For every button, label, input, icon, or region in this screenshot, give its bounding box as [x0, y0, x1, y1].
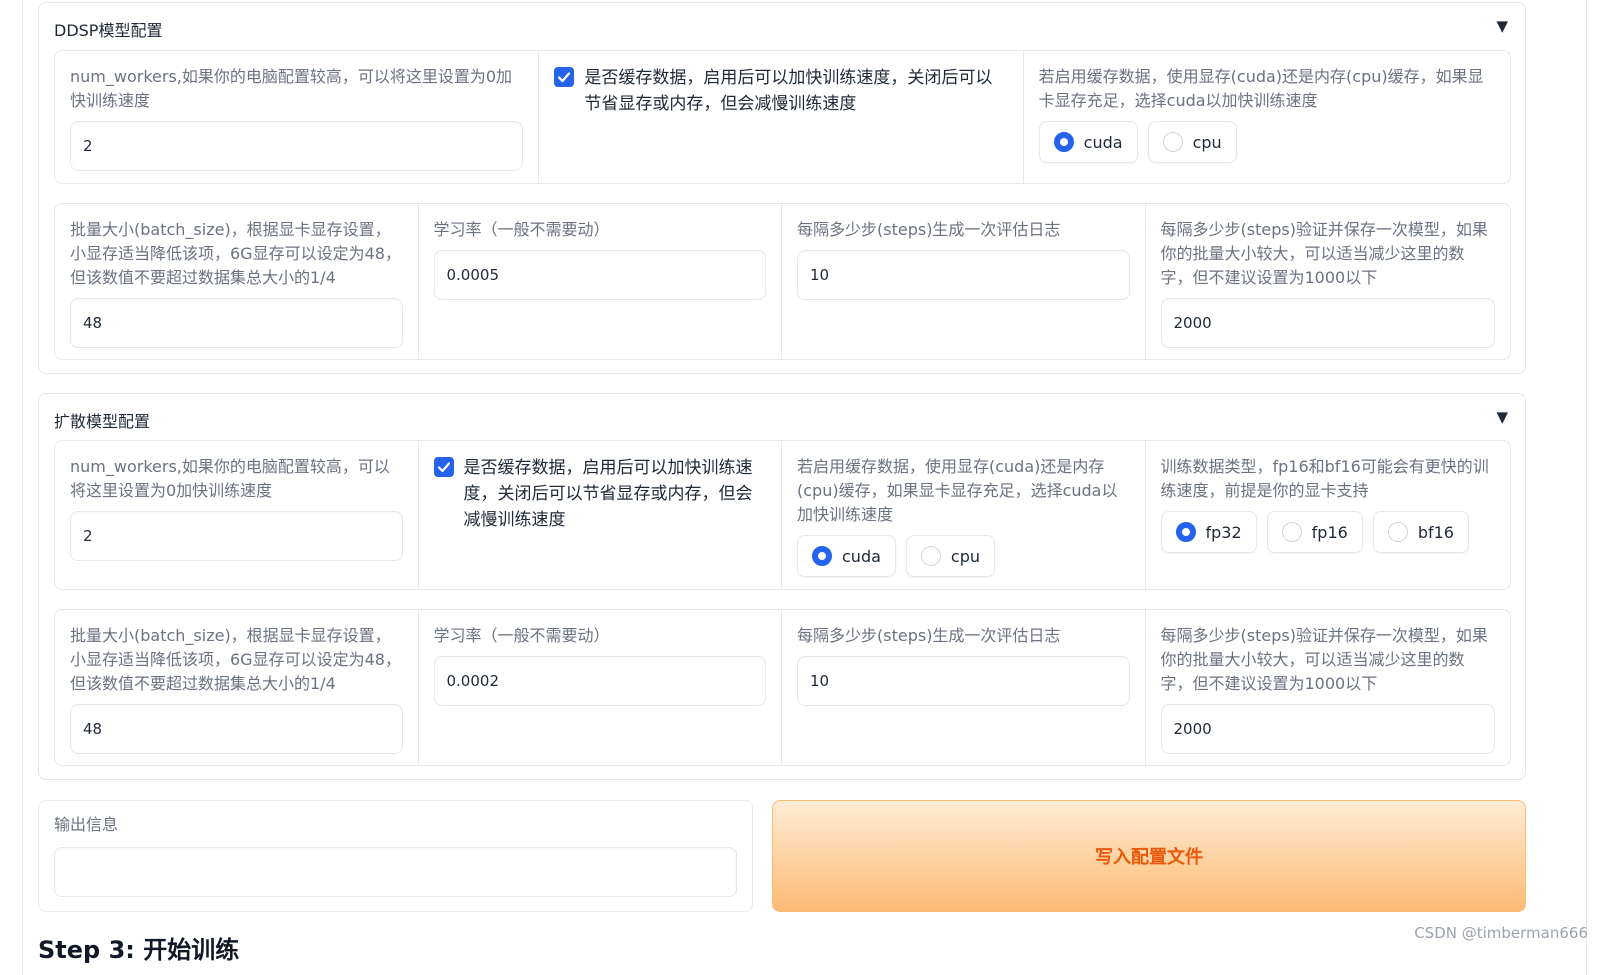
ddsp-cache-label: 是否缓存数据，启用后可以加快训练速度，关闭后可以节省显存或内存，但会减慢训练速度 [584, 68, 993, 114]
radio-unselected-icon [1387, 522, 1408, 542]
diffusion-log-cell: 每隔多少步(steps)生成一次评估日志 [782, 610, 1146, 765]
ddsp-batch-label: 批量大小(batch_size)，根据显卡显存设置，小显存适当降低该项，6G显存… [70, 220, 401, 287]
diffusion-save-label: 每隔多少步(steps)验证并保存一次模型，如果你的批量大小较大，可以适当减少这… [1160, 626, 1488, 693]
diffusion-num-workers-cell: num_workers,如果你的电脑配置较高，可以将这里设置为0加快训练速度 [55, 441, 419, 589]
diffusion-save-input[interactable] [1160, 704, 1495, 754]
radio-label: fp32 [1205, 522, 1242, 542]
ddsp-batch-input[interactable] [70, 298, 403, 348]
diffusion-config-title[interactable]: 扩散模型配置 [54, 408, 150, 432]
diffusion-dtype-option-fp32[interactable]: fp32 [1160, 511, 1257, 553]
radio-selected-icon [812, 546, 832, 566]
ddsp-log-label: 每隔多少步(steps)生成一次评估日志 [797, 220, 1061, 239]
write-config-button[interactable]: 写入配置文件 [772, 800, 1526, 912]
diffusion-cache-checkbox-row[interactable]: 是否缓存数据，启用后可以加快训练速度，关闭后可以节省显存或内存，但会减慢训练速度 [433, 455, 767, 533]
diffusion-device-label: 若启用缓存数据，使用显存(cuda)还是内存(cpu)缓存，如果显卡显存充足，选… [797, 457, 1118, 524]
ddsp-device-option-cpu[interactable]: cpu [1147, 121, 1237, 163]
radio-label: cpu [950, 546, 980, 566]
ddsp-device-cell: 若启用缓存数据，使用显存(cuda)还是内存(cpu)缓存，如果显卡显存充足，选… [1024, 51, 1510, 183]
diffusion-cache-label: 是否缓存数据，启用后可以加快训练速度，关闭后可以节省显存或内存，但会减慢训练速度 [463, 458, 753, 530]
diffusion-log-label: 每隔多少步(steps)生成一次评估日志 [797, 626, 1061, 645]
diffusion-cache-checkbox[interactable] [433, 457, 454, 477]
watermark: CSDN @timberman666 [1414, 924, 1588, 942]
diffusion-num-workers-input[interactable] [70, 511, 403, 561]
diffusion-row-2: 批量大小(batch_size)，根据显卡显存设置，小显存适当降低该项，6G显存… [54, 609, 1511, 766]
diffusion-dtype-option-fp16[interactable]: fp16 [1266, 511, 1363, 553]
radio-unselected-icon [1162, 132, 1183, 152]
ddsp-save-input[interactable] [1160, 298, 1495, 348]
ddsp-log-cell: 每隔多少步(steps)生成一次评估日志 [782, 204, 1146, 359]
collapse-arrow-icon[interactable]: ▼ [1496, 17, 1508, 35]
ddsp-num-workers-cell: num_workers,如果你的电脑配置较高，可以将这里设置为0加快训练速度 [55, 51, 540, 183]
output-info-label: 输出信息 [54, 815, 119, 834]
ddsp-device-option-cuda[interactable]: cuda [1038, 121, 1138, 163]
diffusion-lr-label: 学习率（一般不需要动） [433, 626, 610, 645]
diffusion-lr-input[interactable] [433, 656, 766, 706]
ddsp-lr-cell: 学习率（一般不需要动） [419, 204, 782, 359]
collapse-arrow-icon[interactable]: ▼ [1496, 408, 1508, 426]
diffusion-device-cell: 若启用缓存数据，使用显存(cuda)还是内存(cpu)缓存，如果显卡显存充足，选… [782, 441, 1146, 589]
ddsp-lr-input[interactable] [433, 250, 766, 300]
ddsp-batch-cell: 批量大小(batch_size)，根据显卡显存设置，小显存适当降低该项，6G显存… [55, 204, 419, 359]
diffusion-log-input[interactable] [797, 656, 1130, 706]
ddsp-num-workers-label: num_workers,如果你的电脑配置较高，可以将这里设置为0加快训练速度 [70, 67, 513, 110]
diffusion-device-radio-group: cuda cpu [797, 535, 995, 577]
ddsp-row-2: 批量大小(batch_size)，根据显卡显存设置，小显存适当降低该项，6G显存… [54, 203, 1511, 360]
ddsp-log-input[interactable] [797, 250, 1130, 300]
radio-label: cpu [1192, 132, 1222, 152]
ddsp-save-label: 每隔多少步(steps)验证并保存一次模型，如果你的批量大小较大，可以适当减少这… [1160, 220, 1488, 287]
diffusion-batch-label: 批量大小(batch_size)，根据显卡显存设置，小显存适当降低该项，6G显存… [70, 626, 401, 693]
ddsp-save-cell: 每隔多少步(steps)验证并保存一次模型，如果你的批量大小较大，可以适当减少这… [1146, 204, 1511, 359]
diffusion-device-option-cpu[interactable]: cpu [905, 535, 995, 577]
step3-heading: Step 3: 开始训练 [38, 936, 240, 964]
ddsp-config-accordion: DDSP模型配置 ▼ num_workers,如果你的电脑配置较高，可以将这里设… [38, 2, 1526, 374]
ddsp-row-1: num_workers,如果你的电脑配置较高，可以将这里设置为0加快训练速度 是… [54, 50, 1511, 184]
diffusion-device-option-cuda[interactable]: cuda [797, 535, 896, 577]
output-info-box: 输出信息 [38, 800, 753, 912]
diffusion-batch-cell: 批量大小(batch_size)，根据显卡显存设置，小显存适当降低该项，6G显存… [55, 610, 419, 765]
diffusion-save-cell: 每隔多少步(steps)验证并保存一次模型，如果你的批量大小较大，可以适当减少这… [1146, 610, 1511, 765]
radio-label: cuda [1083, 132, 1123, 152]
radio-unselected-icon [920, 546, 941, 566]
radio-unselected-icon [1281, 522, 1302, 542]
diffusion-row-1: num_workers,如果你的电脑配置较高，可以将这里设置为0加快训练速度 是… [54, 440, 1511, 590]
radio-label: fp16 [1311, 522, 1348, 542]
ddsp-device-label: 若启用缓存数据，使用显存(cuda)还是内存(cpu)缓存，如果显卡显存充足，选… [1038, 67, 1484, 110]
ddsp-config-title[interactable]: DDSP模型配置 [54, 17, 162, 41]
check-icon [437, 462, 450, 473]
ddsp-device-radio-group: cuda cpu [1038, 121, 1237, 163]
radio-label: cuda [842, 546, 881, 566]
ddsp-cache-checkbox-row[interactable]: 是否缓存数据，启用后可以加快训练速度，关闭后可以节省显存或内存，但会减慢训练速度 [554, 65, 1007, 117]
diffusion-dtype-option-bf16[interactable]: bf16 [1372, 511, 1469, 553]
ddsp-lr-label: 学习率（一般不需要动） [433, 220, 610, 239]
ddsp-cache-cell: 是否缓存数据，启用后可以加快训练速度，关闭后可以节省显存或内存，但会减慢训练速度 [539, 51, 1024, 183]
diffusion-batch-input[interactable] [70, 704, 403, 754]
diffusion-cache-cell: 是否缓存数据，启用后可以加快训练速度，关闭后可以节省显存或内存，但会减慢训练速度 [419, 441, 782, 589]
radio-label: bf16 [1417, 522, 1454, 542]
check-icon [558, 72, 571, 83]
radio-selected-icon [1053, 132, 1074, 152]
ddsp-cache-checkbox[interactable] [554, 67, 575, 87]
diffusion-lr-cell: 学习率（一般不需要动） [419, 610, 782, 765]
diffusion-num-workers-label: num_workers,如果你的电脑配置较高，可以将这里设置为0加快训练速度 [70, 457, 390, 500]
diffusion-config-accordion: 扩散模型配置 ▼ num_workers,如果你的电脑配置较高，可以将这里设置为… [38, 393, 1526, 780]
diffusion-dtype-cell: 训练数据类型，fp16和bf16可能会有更快的训练速度，前提是你的显卡支持 fp… [1146, 441, 1511, 589]
output-info-textarea[interactable] [54, 847, 737, 897]
diffusion-dtype-radio-group: fp32 fp16 bf16 [1160, 511, 1469, 553]
ddsp-num-workers-input[interactable] [70, 121, 524, 171]
diffusion-dtype-label: 训练数据类型，fp16和bf16可能会有更快的训练速度，前提是你的显卡支持 [1160, 457, 1489, 500]
radio-selected-icon [1175, 522, 1196, 542]
